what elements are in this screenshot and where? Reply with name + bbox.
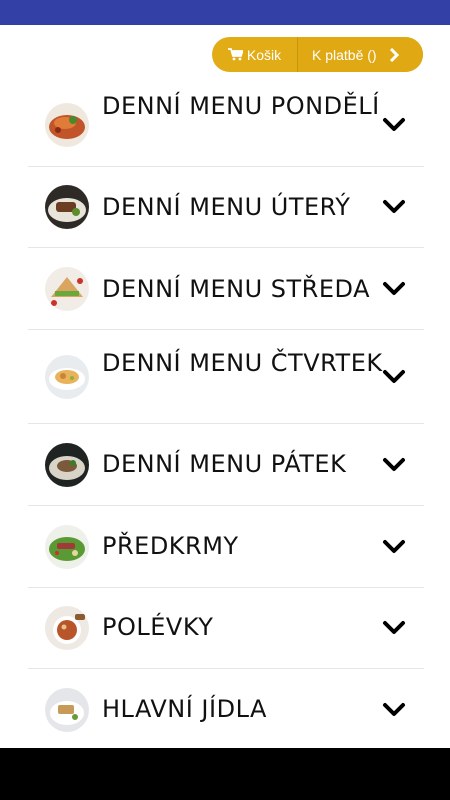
menu-item-denni-menu-pondeli[interactable]: DENNÍ MENU PONDĚLÍ (28, 83, 424, 167)
food-photo-main-dish-icon (45, 688, 89, 732)
cart-button-group: Košik K platbě () (212, 37, 423, 72)
menu-item-denni-menu-streda[interactable]: DENNÍ MENU STŘEDA (28, 248, 424, 330)
food-photo-fish-icon (45, 442, 89, 487)
checkout-button[interactable]: K platbě () (298, 37, 423, 72)
cart-label: Košik (246, 46, 282, 63)
food-photo-soup-bowl-icon (45, 354, 89, 399)
menu-item-label: HLAVNÍ JÍDLA (102, 695, 267, 723)
chevron-down-icon[interactable] (382, 539, 406, 555)
menu-category-list: DENNÍ MENU PONDĚLÍ DENNÍ MENU ÚTERÝ DENN… (28, 83, 424, 751)
food-photo-salad-icon (45, 524, 89, 569)
food-photo-soup-icon (45, 606, 89, 650)
menu-item-label: DENNÍ MENU PONDĚLÍ (102, 92, 380, 120)
checkout-label: K platbě () (312, 46, 377, 63)
menu-item-hlavni-jidla[interactable]: HLAVNÍ JÍDLA (28, 669, 424, 751)
chevron-down-icon[interactable] (382, 199, 406, 215)
chevron-down-icon[interactable] (382, 369, 406, 385)
chevron-down-icon[interactable] (382, 281, 406, 297)
menu-item-label: DENNÍ MENU PÁTEK (102, 450, 347, 478)
navigation-bar (0, 748, 450, 800)
chevron-down-icon[interactable] (382, 117, 406, 133)
menu-item-denni-menu-patek[interactable]: DENNÍ MENU PÁTEK (28, 424, 424, 506)
menu-item-label: PŘEDKRMY (102, 532, 239, 560)
food-photo-steak-icon (45, 185, 89, 229)
menu-item-denni-menu-utery[interactable]: DENNÍ MENU ÚTERÝ (28, 167, 424, 248)
cart-button[interactable]: Košik (212, 37, 298, 72)
food-photo-sandwich-icon (45, 266, 89, 311)
food-photo-lasagna-icon (45, 102, 89, 147)
menu-item-predkrmy[interactable]: PŘEDKRMY (28, 506, 424, 588)
menu-item-label: DENNÍ MENU ČTVRTEK (102, 349, 383, 377)
menu-item-label: DENNÍ MENU ÚTERÝ (102, 193, 351, 221)
chevron-down-icon[interactable] (382, 702, 406, 718)
menu-item-label: DENNÍ MENU STŘEDA (102, 275, 370, 303)
menu-item-polevky[interactable]: POLÉVKY (28, 588, 424, 669)
menu-item-denni-menu-ctvrtek[interactable]: DENNÍ MENU ČTVRTEK (28, 330, 424, 424)
cart-icon (227, 48, 243, 61)
chevron-down-icon[interactable] (382, 457, 406, 473)
chevron-down-icon[interactable] (382, 620, 406, 636)
status-bar (0, 0, 450, 25)
chevron-right-icon (389, 47, 399, 62)
menu-item-label: POLÉVKY (102, 613, 214, 641)
